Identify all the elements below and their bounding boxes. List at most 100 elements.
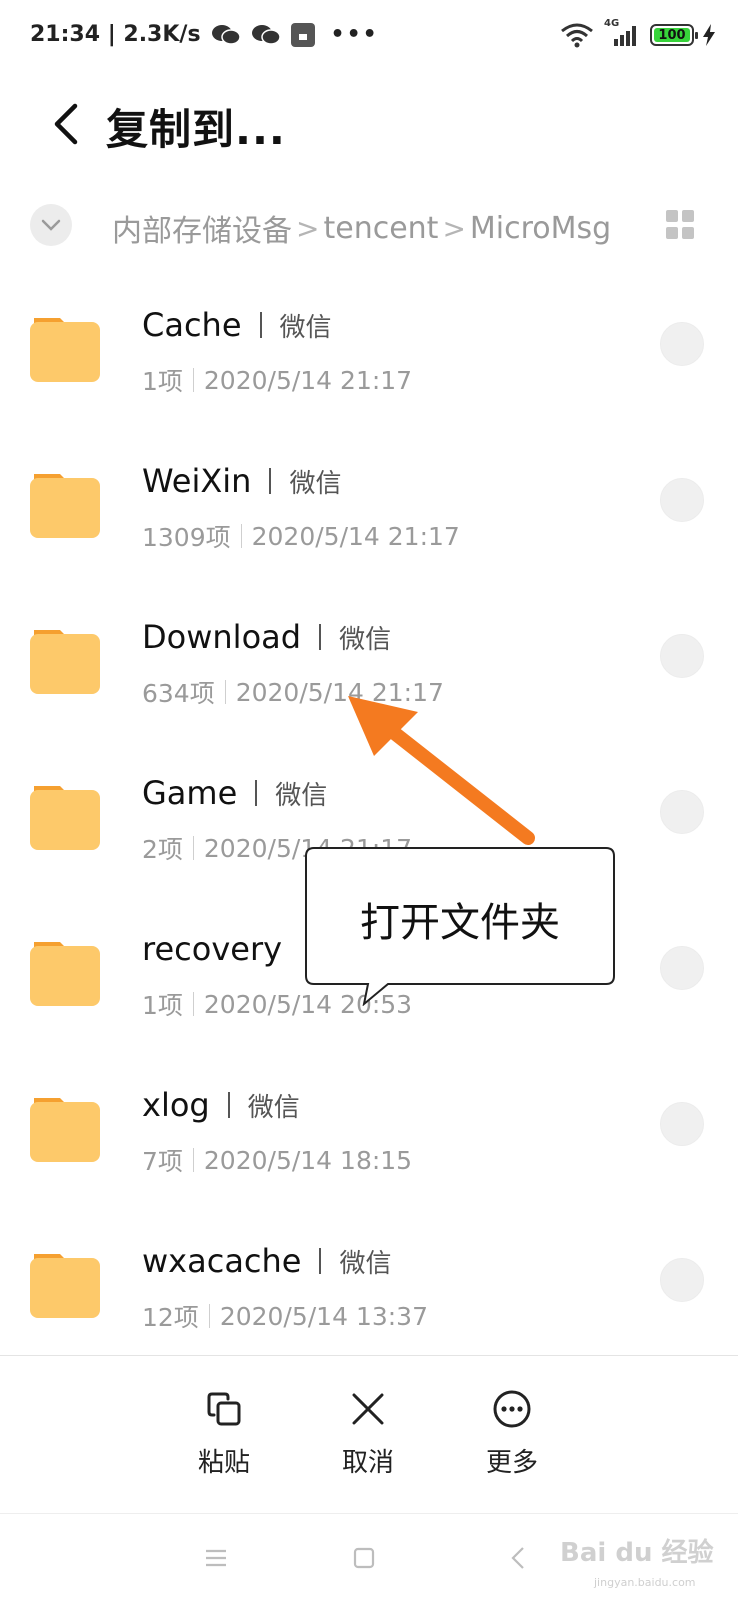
breadcrumb-separator: > [296,211,320,245]
name-divider [319,1248,322,1274]
more-button[interactable]: 更多 [462,1386,562,1479]
file-name-line: recovery [142,930,282,968]
page-title: 复制到... [106,105,286,154]
back-button[interactable] [36,94,96,154]
file-name-line: wxacache 微信 [142,1242,392,1280]
battery-icon: 100 [650,24,698,46]
cancel-button[interactable]: 取消 [318,1386,418,1479]
file-name-line: xlog 微信 [142,1086,300,1124]
modified-date: 2020/5/14 18:15 [203,1145,413,1175]
status-time-speed: 21:34 | 2.3K/s [30,22,201,47]
folder-icon [30,1098,100,1162]
modified-date: 2020/5/14 21:17 [251,521,460,551]
name-divider [255,780,258,806]
file-name-line: Cache 微信 [142,306,332,344]
breadcrumb-toggle-button[interactable] [30,204,72,246]
select-checkbox[interactable] [660,1102,704,1146]
paste-icon [201,1386,247,1432]
charging-bolt-icon [702,23,716,47]
file-name-line: WeiXin 微信 [142,462,341,500]
more-notifications-icon: ••• [330,22,379,47]
item-count: 12项 [142,1303,199,1332]
callout-text: 打开文件夹 [360,900,560,946]
select-checkbox[interactable] [660,790,704,834]
folder-icon [30,630,100,694]
more-label: 更多 [485,1448,538,1478]
meta-divider [240,524,242,548]
select-checkbox[interactable] [660,634,704,678]
file-name-line: Download 微信 [142,618,391,656]
mi-store-icon [290,22,315,47]
network-type-label: 4G [604,18,620,29]
nav-back-icon [511,1547,524,1569]
nav-back-button[interactable] [498,1538,538,1578]
item-count: 1项 [142,367,183,396]
status-right: 4G 100 [560,18,716,48]
breadcrumb: 内部存储设备 > tencent > MicroMsg [112,206,618,250]
item-count: 1项 [142,991,183,1020]
meta-divider [192,1148,194,1172]
paste-button[interactable]: 粘贴 [174,1386,274,1479]
name-divider [259,312,262,338]
folder-source-tag: 微信 [247,1092,300,1123]
folder-name: recovery [142,930,283,968]
select-checkbox[interactable] [660,478,704,522]
list-item[interactable]: Cache 微信 1项 2020/5/14 21:17 [0,270,738,426]
watermark-url: jingyan.baidu.com [594,1576,696,1589]
file-meta: 634项 2020/5/14 21:17 [142,674,444,710]
item-count: 634项 [142,679,215,708]
grid-view-icon[interactable] [666,210,696,240]
select-checkbox[interactable] [660,322,704,366]
folder-source-tag: 微信 [279,312,332,343]
folder-name: WeiXin [142,462,252,500]
wechat-icon [211,23,241,47]
wechat-icon [251,23,281,47]
file-meta: 12项 2020/5/14 13:37 [142,1298,428,1334]
cellular-signal-icon: 4G [602,18,642,48]
name-divider [227,1092,230,1118]
folder-source-tag: 微信 [275,780,328,811]
screen: 21:34 | 2.3K/s ••• 4G 100 复制到... 内部存储设备 … [0,0,738,1600]
header: 复制到... [0,80,738,170]
item-count: 1309项 [142,523,231,552]
status-left: 21:34 | 2.3K/s ••• [30,22,379,47]
folder-icon [30,474,100,538]
folder-icon [30,1254,100,1318]
folder-source-tag: 微信 [289,468,342,499]
breadcrumb-item[interactable]: tencent [323,211,438,246]
modified-date: 2020/5/14 13:37 [219,1301,428,1331]
folder-icon [30,786,100,850]
folder-source-tag: 微信 [339,624,392,655]
name-divider [319,624,322,650]
file-meta: 7项 2020/5/14 18:15 [142,1142,412,1178]
select-checkbox[interactable] [660,946,704,990]
list-item[interactable]: Download 微信 634项 2020/5/14 21:17 [0,582,738,738]
folder-source-tag: 微信 [339,1248,392,1279]
home-square-icon [353,1547,375,1569]
list-item[interactable]: wxacache 微信 12项 2020/5/14 13:37 [0,1206,738,1362]
list-item[interactable]: WeiXin 微信 1309项 2020/5/14 21:17 [0,426,738,582]
folder-name: xlog [142,1086,210,1124]
breadcrumb-separator: > [442,211,466,245]
file-meta: 1309项 2020/5/14 21:17 [142,518,460,554]
cancel-label: 取消 [341,1448,394,1478]
nav-menu-button[interactable] [196,1538,236,1578]
folder-name: Cache [142,306,242,344]
breadcrumb-item[interactable]: MicroMsg [470,211,611,246]
select-checkbox[interactable] [660,1258,704,1302]
breadcrumb-item[interactable]: 内部存储设备 [112,206,292,250]
menu-icon [206,1549,226,1567]
file-meta: 1项 2020/5/14 21:17 [142,362,412,398]
list-item[interactable]: xlog 微信 7项 2020/5/14 18:15 [0,1050,738,1206]
paste-label: 粘贴 [197,1448,250,1478]
modified-date: 2020/5/14 21:17 [203,365,413,395]
nav-home-button[interactable] [344,1538,384,1578]
folder-name: Game [142,774,238,812]
item-count: 7项 [142,1147,183,1176]
watermark: Bai du 经验 [560,1538,714,1568]
folder-name: wxacache [142,1242,302,1280]
action-bar: 粘贴 取消 更多 [0,1355,738,1513]
meta-divider [192,368,194,392]
chevron-left-icon [54,103,78,145]
meta-divider [192,992,194,1016]
